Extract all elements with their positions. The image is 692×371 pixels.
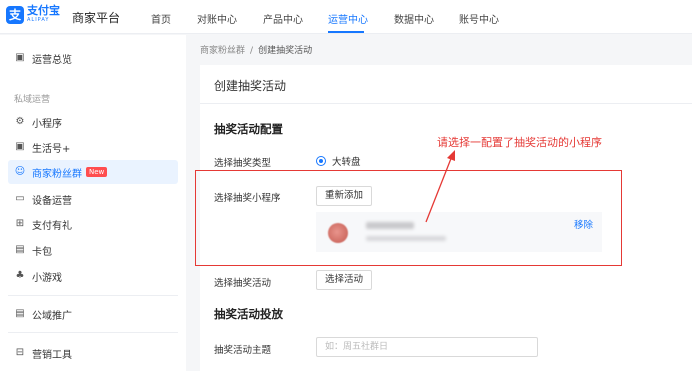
sidebar-divider [8,295,178,296]
sidebar-item-marketing[interactable]: ⊟ 营销工具 [8,341,178,365]
sidebar-item-overview[interactable]: ▣ 运营总览 [8,46,178,70]
card-icon: ▤ [15,244,25,255]
lottery-type-label: 选择抽奖类型 [214,158,272,169]
radio-checked-icon[interactable] [316,156,326,166]
sidebar-section-private: 私域运营 [14,95,51,105]
theme-label: 抽奖活动主题 [214,345,272,356]
sidebar-item-label: 设备运营 [32,195,72,207]
sidebar-item-life-account[interactable]: ▣ 生活号+ [8,135,178,159]
device-icon: ▭ [15,193,25,204]
platform-title: 商家平台 [72,11,121,25]
sidebar-item-card[interactable]: ▤ 卡包 [8,238,178,262]
marketing-icon: ⊟ [15,347,25,358]
page-title: 创建抽奖活动 [214,79,287,93]
promo-icon: ▤ [15,308,25,319]
choose-activity-button[interactable]: 选择活动 [316,270,373,290]
tab-data[interactable]: 数据中心 [394,11,434,26]
alipay-logo-icon[interactable]: 支 [6,6,24,24]
sidebar-item-label: 卡包 [32,246,52,258]
tab-products[interactable]: 产品中心 [263,11,303,26]
breadcrumb-parent[interactable]: 商家粉丝群 [200,46,245,56]
sidebar-item-label: 营销工具 [32,349,72,361]
sidebar-item-label: 小游戏 [32,272,62,284]
breadcrumb-current: 创建抽奖活动 [258,46,313,56]
active-tab-indicator [328,31,364,33]
sidebar-item-label: 商家粉丝群 [32,168,82,180]
lottery-type-radio[interactable]: 大转盘 [316,154,361,168]
breadcrumb-separator: / [250,46,254,56]
gift-icon: ⊞ [15,218,25,229]
sidebar-item-pay-gift[interactable]: ⊞ 支付有礼 [8,212,178,236]
delivery-section-title: 抽奖活动投放 [214,307,283,321]
theme-input[interactable]: 如：周五社群日 [316,337,538,357]
card-divider [200,103,692,104]
sidebar-item-device[interactable]: ▭ 设备运营 [8,187,178,211]
activity-label: 选择抽奖活动 [214,278,272,289]
config-section-title: 抽奖活动配置 [214,122,283,136]
sidebar-item-game[interactable]: ♣ 小游戏 [8,264,178,288]
alipay-logo-text: 支付宝 ALIPAY [27,5,60,23]
annotation-text: 请选择一配置了抽奖活动的小程序 [437,136,602,149]
annotation-highlight-box [195,170,622,266]
sidebar-divider [8,332,178,333]
logo-cn: 支付宝 [27,4,60,17]
sidebar-item-public-promo[interactable]: ▤ 公域推广 [8,302,178,326]
sidebar-item-mini-program[interactable]: ⚙ 小程序 [8,110,178,134]
radio-option-label: 大转盘 [332,157,361,168]
sidebar-item-label: 小程序 [32,118,62,130]
top-nav: 支 支付宝 ALIPAY 商家平台 首页 对账中心 产品中心 运营中心 数据中心… [0,0,692,34]
life-account-icon: ▣ [15,141,25,152]
fans-group-icon: ☺ [14,166,26,177]
overview-icon: ▣ [15,52,25,63]
new-badge: New [86,167,108,177]
tab-account[interactable]: 账号中心 [459,11,499,26]
game-icon: ♣ [15,270,25,281]
logo-en: ALIPAY [27,17,50,23]
tab-home[interactable]: 首页 [151,11,171,26]
sidebar-item-fans-group[interactable]: ☺ 商家粉丝群 New [8,160,178,184]
mini-program-icon: ⚙ [15,116,25,127]
tab-reconciliation[interactable]: 对账中心 [197,11,237,26]
breadcrumb: 商家粉丝群 / 创建抽奖活动 [200,43,312,56]
sidebar-item-label: 运营总览 [32,54,72,66]
sidebar-item-label: 支付有礼 [32,220,72,232]
tab-operations[interactable]: 运营中心 [328,11,368,26]
sidebar-item-label: 生活号+ [32,143,71,155]
sidebar-item-label: 公域推广 [32,310,72,322]
